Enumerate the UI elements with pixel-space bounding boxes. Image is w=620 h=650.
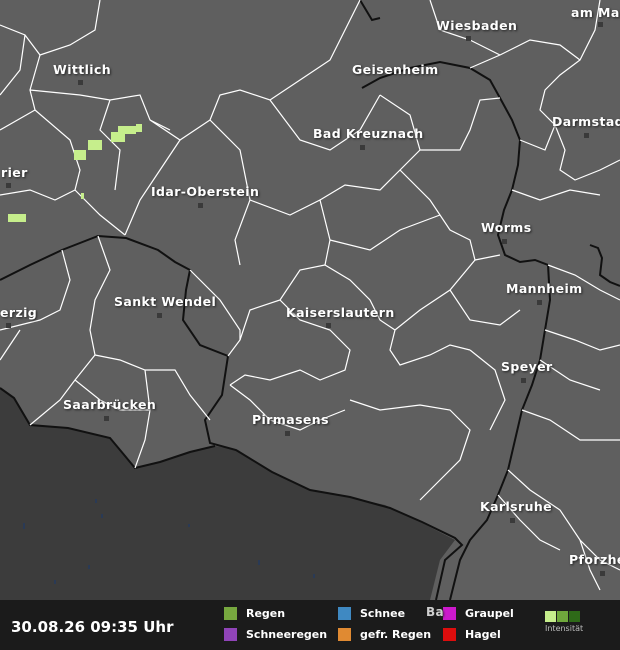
city-label-baden-baden[interactable]: Ba (426, 605, 444, 619)
city-marker-kaiserslautern (326, 323, 331, 328)
city-label-merzig[interactable]: erzig (0, 305, 37, 320)
city-label-idar-oberstein[interactable]: Idar-Oberstein (151, 184, 259, 199)
legend-freezing-rain-swatch (338, 628, 351, 641)
city-label-wiesbaden[interactable]: Wiesbaden (436, 18, 517, 33)
city-marker-darmstadt (584, 133, 589, 138)
legend-hail-label: Hagel (465, 628, 501, 641)
legend-rain: Regen (224, 607, 285, 620)
legend-sleet-label: Schneeregen (246, 628, 328, 641)
legend-sleet-swatch (224, 628, 237, 641)
intensity-label: Intensität (545, 624, 584, 633)
city-label-worms[interactable]: Worms (481, 220, 532, 235)
city-marker-pforzheim (600, 571, 605, 576)
legend-snow-swatch (338, 607, 351, 620)
city-marker-frankfurt-am-main (598, 22, 603, 27)
legend-graupel: Graupel (443, 607, 514, 620)
legend-hail: Hagel (443, 628, 501, 641)
city-marker-mannheim (537, 300, 542, 305)
city-label-trier[interactable]: rier (1, 165, 28, 180)
city-marker-speyer (521, 378, 526, 383)
intensity-bars (545, 611, 583, 622)
city-marker-pirmasens (285, 431, 290, 436)
city-marker-worms (502, 239, 507, 244)
intensity-light (545, 611, 556, 622)
radar-map[interactable]: Wittlich Wiesbaden am Mai Geisenheim Bad… (0, 0, 620, 646)
city-marker-bad-kreuznach (360, 145, 365, 150)
legend-freezing-rain-label: gefr. Regen (360, 628, 432, 641)
legend-rain-swatch (224, 607, 237, 620)
legend-snow-label: Schnee (360, 607, 406, 620)
city-label-geisenheim[interactable]: Geisenheim (352, 62, 439, 77)
legend-snow: Schnee (338, 607, 405, 620)
city-marker-karlsruhe (510, 518, 515, 523)
city-label-speyer[interactable]: Speyer (501, 359, 553, 374)
legend-bar: 30.08.26 09:35 Uhr Regen Schnee Graupel … (0, 600, 620, 650)
city-marker-wittlich (78, 80, 83, 85)
city-label-darmstadt[interactable]: Darmstadt (552, 114, 620, 129)
city-marker-saarbruecken (104, 416, 109, 421)
city-label-pforzheim[interactable]: Pforzhe (569, 552, 620, 567)
city-label-bad-kreuznach[interactable]: Bad Kreuznach (313, 126, 424, 141)
city-label-mannheim[interactable]: Mannheim (506, 281, 583, 296)
intensity-medium (557, 611, 568, 622)
intensity-scale: Intensität (545, 611, 583, 633)
city-label-wittlich[interactable]: Wittlich (53, 62, 111, 77)
city-label-saarbruecken[interactable]: Saarbrücken (63, 397, 156, 412)
city-marker-sankt-wendel (157, 313, 162, 318)
city-label-frankfurt-am-main[interactable]: am Mai (571, 5, 620, 20)
city-marker-trier (6, 183, 11, 188)
legend-rain-label: Regen (246, 607, 286, 620)
legend-sleet: Schneeregen (224, 628, 327, 641)
legend-hail-swatch (443, 628, 456, 641)
legend-graupel-swatch (443, 607, 456, 620)
legend-freezing-rain: gefr. Regen (338, 628, 431, 641)
timestamp: 30.08.26 09:35 Uhr (11, 618, 174, 636)
city-label-kaiserslautern[interactable]: Kaiserslautern (286, 305, 395, 320)
city-marker-idar-oberstein (198, 203, 203, 208)
intensity-heavy (569, 611, 580, 622)
legend-graupel-label: Graupel (465, 607, 514, 620)
city-marker-wiesbaden (466, 36, 471, 41)
city-label-karlsruhe[interactable]: Karlsruhe (480, 499, 552, 514)
city-marker-merzig (6, 323, 11, 328)
city-label-sankt-wendel[interactable]: Sankt Wendel (114, 294, 216, 309)
city-label-pirmasens[interactable]: Pirmasens (252, 412, 329, 427)
